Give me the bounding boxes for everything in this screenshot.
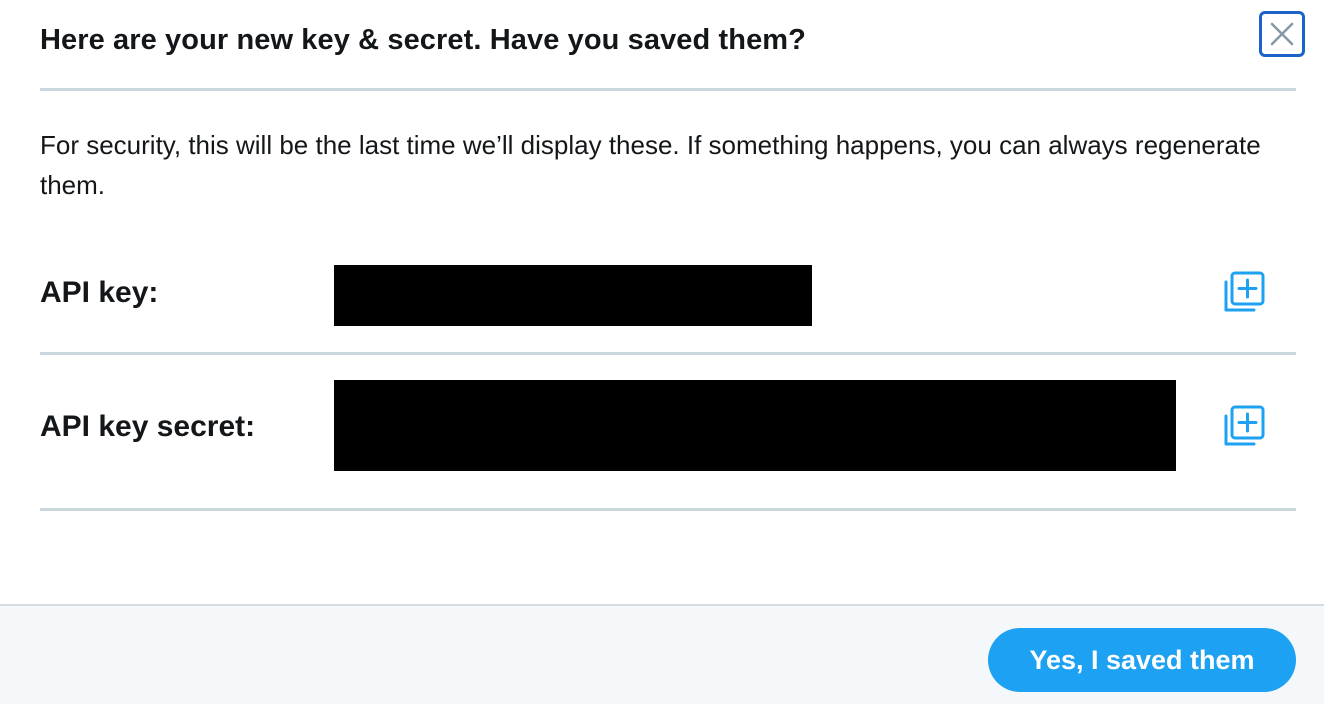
dialog-title: Here are your new key & secret. Have you… — [40, 24, 806, 56]
close-button[interactable] — [1259, 11, 1305, 57]
key-secret-dialog: Here are your new key & secret. Have you… — [0, 0, 1324, 704]
api-key-label: API key: — [40, 276, 159, 309]
confirm-saved-button[interactable]: Yes, I saved them — [988, 628, 1296, 692]
copy-api-key-secret-button[interactable] — [1222, 404, 1266, 448]
copy-add-icon — [1224, 405, 1265, 446]
header-divider — [40, 88, 1296, 91]
api-key-secret-label: API key secret: — [40, 410, 256, 443]
api-key-value-redacted — [334, 265, 812, 326]
copy-api-key-button[interactable] — [1222, 270, 1266, 314]
security-description: For security, this will be the last time… — [40, 130, 1261, 200]
close-icon — [1270, 22, 1294, 46]
copy-add-icon — [1224, 271, 1265, 312]
row-divider — [40, 352, 1296, 355]
api-key-secret-value-redacted — [334, 380, 1176, 471]
row-divider — [40, 508, 1296, 511]
